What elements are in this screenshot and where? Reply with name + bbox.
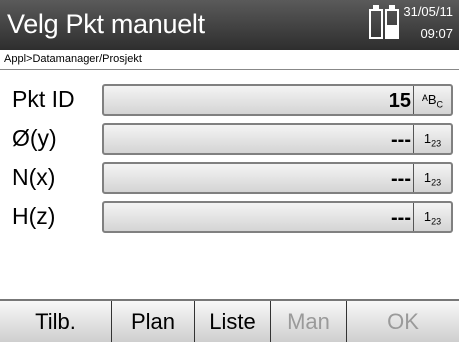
alpha-mode-indicator[interactable]: ᴬBC [413, 86, 451, 114]
manual-button: Man [271, 301, 347, 342]
pkt-id-input[interactable]: 15 ᴬBC [102, 84, 453, 116]
title-bar: Velg Pkt manuelt 31/05/11 09:07 [0, 0, 459, 50]
field-value: --- [391, 129, 411, 151]
z-coordinate-input[interactable]: --- 123 [102, 201, 453, 233]
field-row-x: N(x) --- 123 [0, 162, 459, 196]
field-value: 15 [388, 90, 411, 112]
battery-icon [385, 5, 399, 39]
softkey-bar: Tilb. Plan Liste Man OK [0, 299, 459, 342]
time-display: 09:07 [420, 26, 453, 41]
field-row-pkt-id: Pkt ID 15 ᴬBC [0, 84, 459, 118]
field-value: --- [391, 168, 411, 190]
date-display: 31/05/11 [403, 4, 453, 19]
list-button[interactable]: Liste [195, 301, 271, 342]
field-value: --- [391, 207, 411, 229]
battery-icon [369, 5, 383, 39]
plan-button[interactable]: Plan [112, 301, 195, 342]
field-row-y: Ø(y) --- 123 [0, 123, 459, 157]
numeric-mode-indicator[interactable]: 123 [413, 125, 451, 153]
field-label: Ø(y) [12, 125, 57, 151]
numeric-mode-indicator[interactable]: 123 [413, 203, 451, 231]
field-label: N(x) [12, 164, 56, 190]
field-row-z: H(z) --- 123 [0, 201, 459, 235]
back-button[interactable]: Tilb. [0, 301, 112, 342]
page-title: Velg Pkt manuelt [7, 9, 205, 39]
breadcrumb: Appl>Datamanager/Prosjekt [0, 50, 459, 70]
field-label: H(z) [12, 203, 56, 229]
numeric-mode-indicator[interactable]: 123 [413, 164, 451, 192]
x-coordinate-input[interactable]: --- 123 [102, 162, 453, 194]
ok-button: OK [387, 308, 419, 334]
y-coordinate-input[interactable]: --- 123 [102, 123, 453, 155]
field-label: Pkt ID [12, 86, 75, 112]
